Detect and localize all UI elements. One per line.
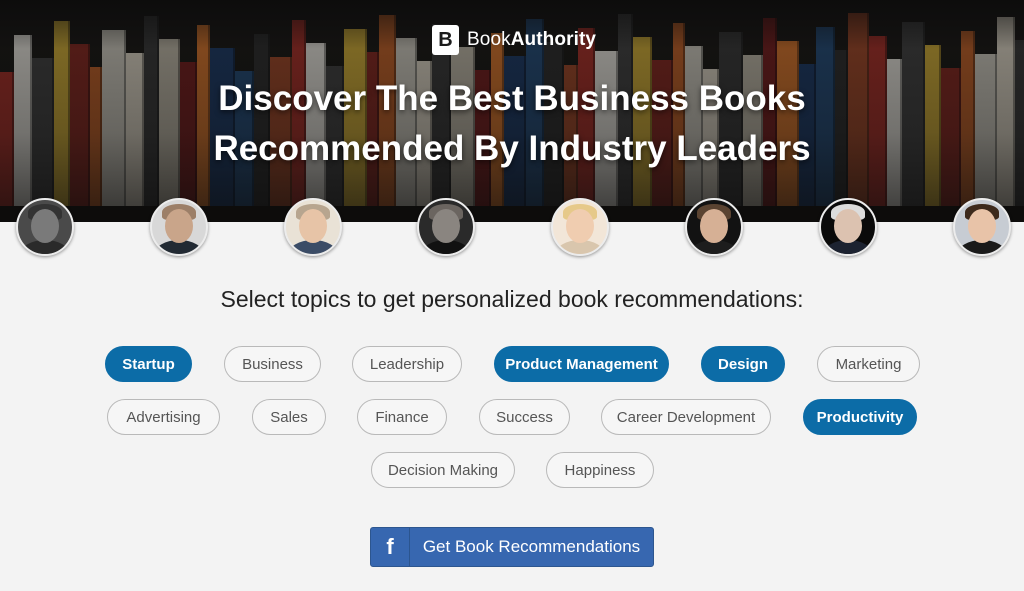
topic-productivity[interactable]: Productivity (803, 399, 917, 435)
topic-career-development[interactable]: Career Development (601, 399, 771, 435)
leader-avatar (551, 198, 609, 256)
topic-advertising[interactable]: Advertising (107, 399, 220, 435)
topic-startup[interactable]: Startup (105, 346, 192, 382)
logo-text: BookAuthority (467, 29, 597, 50)
topic-decision-making[interactable]: Decision Making (371, 452, 515, 488)
leader-avatar (150, 198, 208, 256)
topic-leadership[interactable]: Leadership (352, 346, 462, 382)
hero-banner: B BookAuthority Discover The Best Busine… (0, 0, 1024, 222)
book-authority-logo[interactable]: B BookAuthority (432, 24, 596, 56)
leader-avatar (417, 198, 475, 256)
topic-sales[interactable]: Sales (252, 399, 326, 435)
page-headline: Discover The Best Business Books Recomme… (0, 74, 1024, 174)
leader-avatar (284, 198, 342, 256)
leader-avatar (819, 198, 877, 256)
topic-success[interactable]: Success (479, 399, 570, 435)
topic-design[interactable]: Design (701, 346, 785, 382)
logo-mark: B (432, 25, 459, 55)
topic-happiness[interactable]: Happiness (546, 452, 654, 488)
topic-marketing[interactable]: Marketing (817, 346, 920, 382)
facebook-icon: f (371, 528, 410, 566)
leader-avatar (16, 198, 74, 256)
leader-avatars (0, 198, 1024, 256)
topic-finance[interactable]: Finance (357, 399, 447, 435)
leader-avatar (685, 198, 743, 256)
get-book-recommendations-button[interactable]: f Get Book Recommendations (370, 527, 654, 567)
headline-line-1: Discover The Best Business Books (218, 79, 806, 118)
topic-business[interactable]: Business (224, 346, 321, 382)
get-book-recommendations-label: Get Book Recommendations (422, 537, 641, 556)
headline-line-2: Recommended By Industry Leaders (213, 129, 811, 168)
leader-avatar (953, 198, 1011, 256)
topic-product-management[interactable]: Product Management (494, 346, 669, 382)
topics-prompt: Select topics to get personalized book r… (220, 286, 804, 312)
